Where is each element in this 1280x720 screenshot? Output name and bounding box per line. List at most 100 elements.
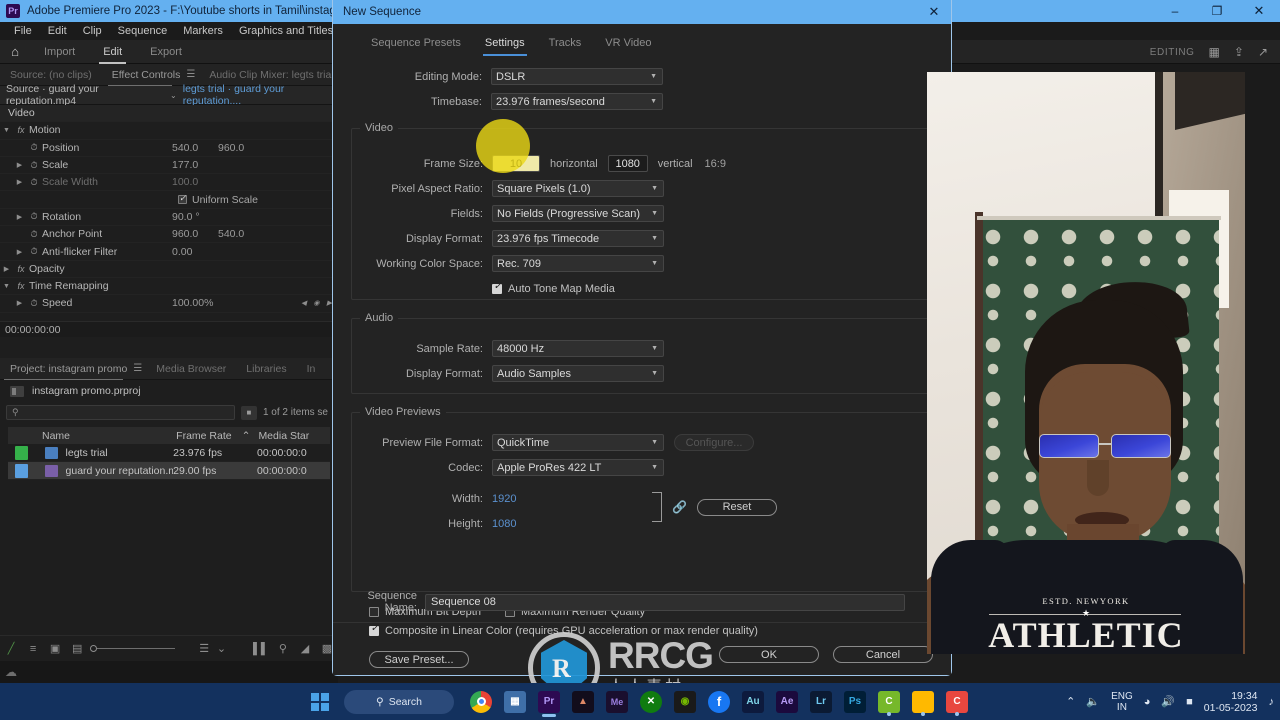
share-icon[interactable]: ⇪: [1234, 45, 1244, 59]
menu-edit[interactable]: Edit: [40, 22, 75, 40]
preview-width-value[interactable]: 1920: [492, 493, 516, 505]
tab-vr-video[interactable]: VR Video: [593, 34, 663, 52]
video-display-format-select[interactable]: 23.976 fps Timecode ▼: [492, 230, 664, 247]
ec-row-motion[interactable]: ▼ fx Motion: [0, 122, 338, 140]
frame-size-horizontal-input[interactable]: 10: [492, 155, 540, 172]
find-icon[interactable]: ⚲: [272, 642, 294, 655]
fields-select[interactable]: No Fields (Progressive Scan) ▼: [492, 205, 664, 222]
ec-row-position[interactable]: ⏱ Position 540.0 960.0: [0, 140, 338, 157]
uniform-scale-checkbox-group[interactable]: Uniform Scale: [178, 193, 258, 206]
taskbar-app-file-explorer[interactable]: [906, 685, 940, 719]
stopwatch-icon[interactable]: ⏱: [26, 142, 42, 153]
table-row[interactable]: guard your reputation.mp4 29.00 fps 00:0…: [8, 462, 330, 480]
col-name[interactable]: Name: [42, 430, 176, 442]
col-frame-rate[interactable]: Frame Rate ⌃: [176, 430, 258, 442]
preview-file-format-select[interactable]: QuickTime ▼: [492, 434, 664, 451]
ec-value-x[interactable]: 960.0: [172, 228, 198, 240]
ec-row-speed[interactable]: ▶ ⏱ Speed 100.00% ◀ ◉ ▶: [0, 295, 338, 313]
timebase-select[interactable]: 23.976 frames/second ▼: [491, 93, 663, 110]
pixel-aspect-ratio-select[interactable]: Square Pixels (1.0) ▼: [492, 180, 664, 197]
disclosure-triangle-icon[interactable]: ▼: [0, 127, 13, 134]
search-input[interactable]: ⚲: [6, 405, 235, 420]
ec-row-time-remapping[interactable]: ▼ fx Time Remapping: [0, 278, 338, 296]
effect-controls-timecode[interactable]: 00:00:00:00: [0, 321, 338, 337]
disclosure-triangle-icon[interactable]: ▶: [13, 299, 26, 307]
auto-tone-map-checkbox[interactable]: [492, 281, 502, 294]
home-icon[interactable]: ⌂: [0, 44, 30, 59]
working-color-space-select[interactable]: Rec. 709 ▼: [492, 255, 664, 272]
link-chain-icon[interactable]: 🔗: [672, 500, 687, 514]
composite-linear-group[interactable]: Composite in Linear Color (requires GPU …: [351, 623, 933, 637]
composite-linear-checkbox[interactable]: [369, 623, 379, 636]
taskbar-app-calculator[interactable]: ▦: [498, 685, 532, 719]
keyframe-nav[interactable]: ◀ ◉ ▶: [301, 299, 332, 307]
ec-value-y[interactable]: 960.0: [218, 142, 244, 154]
tab-source-no-clips[interactable]: Source: (no clips): [0, 64, 102, 86]
close-button[interactable]: ✕: [1238, 0, 1280, 22]
stopwatch-icon[interactable]: ⏱: [26, 246, 42, 257]
microphone-icon[interactable]: 🔈: [1086, 695, 1100, 708]
table-row[interactable]: legts trial 23.976 fps 00:00:00:0: [8, 444, 330, 462]
ok-button[interactable]: OK: [719, 646, 819, 663]
taskbar-app-audition[interactable]: Au: [736, 685, 770, 719]
disclosure-triangle-icon[interactable]: ▶: [13, 178, 26, 186]
ec-value[interactable]: 177.0: [172, 159, 198, 171]
tab-effect-controls[interactable]: Effect Controls: [102, 64, 191, 86]
taskbar-app-facebook[interactable]: f: [702, 685, 736, 719]
reset-button[interactable]: Reset: [696, 498, 777, 516]
menu-file[interactable]: File: [6, 22, 40, 40]
taskbar-app-photoshop[interactable]: Ps: [838, 685, 872, 719]
menu-graphics-and-titles[interactable]: Graphics and Titles: [231, 22, 341, 40]
automate-icon[interactable]: ▌▌: [250, 643, 272, 655]
tab-settings[interactable]: Settings: [473, 34, 537, 56]
uniform-scale-checkbox[interactable]: [178, 193, 187, 205]
auto-tone-map-checkbox-group[interactable]: Auto Tone Map Media: [492, 281, 615, 295]
ec-value[interactable]: 100.0: [172, 176, 198, 188]
disclosure-triangle-icon[interactable]: ▶: [13, 213, 26, 221]
col-media-start[interactable]: Media Star: [258, 430, 330, 442]
disclosure-triangle-icon[interactable]: ▼: [0, 283, 13, 290]
zoom-slider-icon[interactable]: [90, 645, 176, 652]
ec-value-x[interactable]: 540.0: [172, 142, 198, 154]
tab-libraries[interactable]: Libraries: [236, 358, 296, 380]
taskbar-app-camtasia-studio[interactable]: C: [940, 685, 974, 719]
ec-value-y[interactable]: 540.0: [218, 228, 244, 240]
workspace-tab-edit[interactable]: Edit: [89, 40, 136, 64]
taskbar-app-after-effects-cc[interactable]: ▲: [566, 685, 600, 719]
chevron-down-icon[interactable]: ⌄: [170, 91, 177, 100]
ec-row-uniform-scale[interactable]: Uniform Scale: [0, 191, 338, 209]
menu-sequence[interactable]: Sequence: [110, 22, 176, 40]
icon-view-icon[interactable]: ▣: [44, 642, 66, 655]
taskbar-search-button[interactable]: ⚲ Search: [344, 689, 454, 714]
pen-icon[interactable]: ╱: [0, 642, 22, 655]
language-indicator[interactable]: ENG IN: [1111, 691, 1133, 713]
notification-icon[interactable]: ♪: [1269, 696, 1275, 708]
fullscreen-icon[interactable]: ↗: [1258, 45, 1268, 59]
freeform-view-icon[interactable]: ▤: [66, 642, 88, 655]
tab-audio-clip-mixer[interactable]: Audio Clip Mixer: legts trial: [199, 64, 343, 86]
taskbar-app-camtasia[interactable]: C: [872, 685, 906, 719]
new-bin-icon[interactable]: ◢: [294, 642, 316, 655]
project-file-row[interactable]: instagram promo.prproj: [0, 380, 338, 402]
filter-icon[interactable]: ■: [240, 405, 257, 420]
sample-rate-select[interactable]: 48000 Hz ▼: [492, 340, 664, 357]
creative-cloud-icon[interactable]: ☁: [5, 665, 17, 679]
tab-sequence-presets[interactable]: Sequence Presets: [359, 34, 473, 52]
tab-media-browser[interactable]: Media Browser: [146, 358, 236, 380]
disclosure-triangle-icon[interactable]: ▶: [13, 161, 26, 169]
list-view-icon[interactable]: ≡: [22, 643, 44, 655]
wifi-icon[interactable]: ◕: [1144, 696, 1151, 708]
taskbar-app-premiere-pro[interactable]: Pr: [532, 685, 566, 719]
editing-mode-select[interactable]: DSLR ▼: [491, 68, 663, 85]
tab-tracks[interactable]: Tracks: [537, 34, 594, 52]
stopwatch-icon[interactable]: ⏱: [26, 177, 42, 188]
disclosure-triangle-icon[interactable]: ▶: [0, 265, 13, 273]
taskbar-app-nvidia[interactable]: ◉: [668, 685, 702, 719]
workspace-tab-import[interactable]: Import: [30, 40, 89, 64]
sequence-name-input[interactable]: Sequence 08: [425, 593, 905, 611]
stopwatch-icon[interactable]: ⏱: [26, 211, 42, 222]
stopwatch-icon[interactable]: ⏱: [26, 229, 42, 240]
save-preset-button[interactable]: Save Preset...: [369, 651, 469, 668]
taskbar-app-xbox[interactable]: ✕: [634, 685, 668, 719]
add-keyframe-icon[interactable]: ◉: [314, 299, 320, 307]
